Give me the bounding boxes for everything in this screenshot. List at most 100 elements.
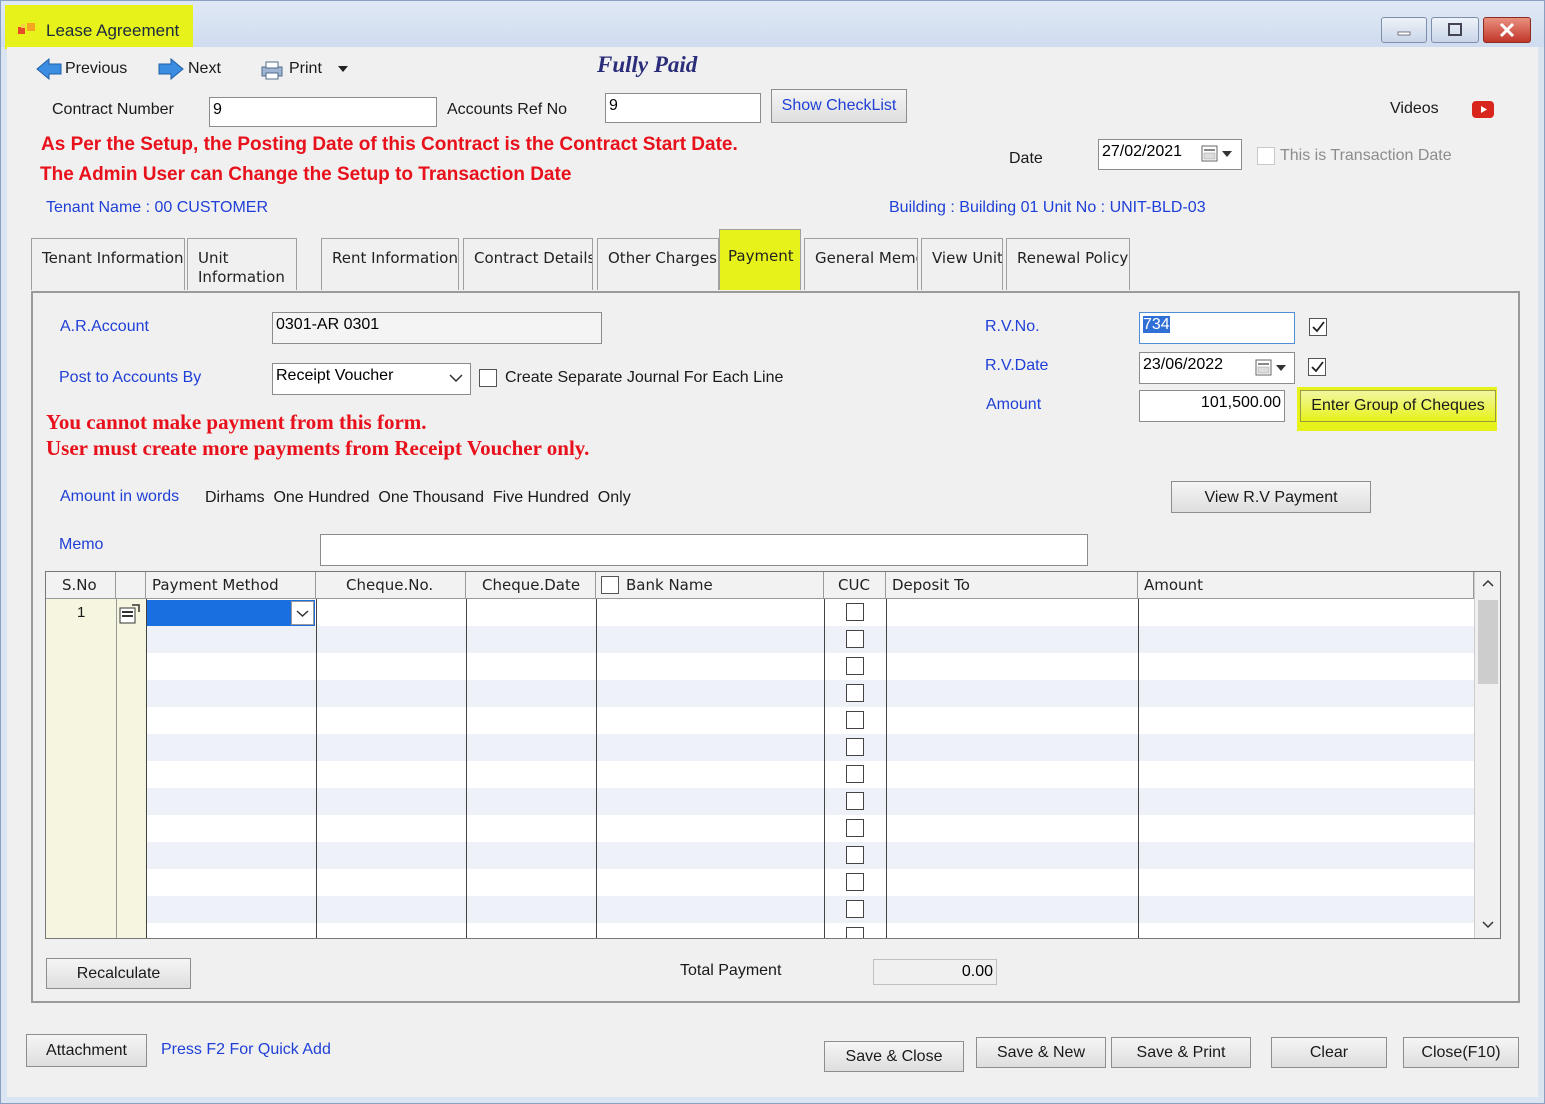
cuc-checkbox[interactable] [846, 765, 864, 783]
row-header-column [46, 599, 116, 938]
scroll-up-icon[interactable] [1481, 578, 1495, 588]
minimize-icon [1397, 31, 1411, 36]
col-divider [466, 599, 467, 938]
col-divider [146, 599, 147, 938]
chevron-down-icon [296, 610, 309, 618]
ar-account-field[interactable]: 0301-AR 0301 [272, 312, 602, 344]
col-divider [886, 599, 887, 938]
tab-other-charges[interactable]: Other Charges [597, 238, 719, 290]
transaction-date-label: This is Transaction Date [1280, 147, 1452, 164]
tab-contract-details[interactable]: Contract Details [463, 238, 593, 290]
col-header-amount[interactable]: Amount [1138, 572, 1474, 599]
cuc-checkbox[interactable] [846, 927, 864, 938]
amount-words: Dirhams One Hundred One Thousand Five Hu… [205, 489, 631, 506]
tab-tenant-information[interactable]: Tenant Information [31, 238, 185, 290]
enter-group-cheques-button[interactable]: Enter Group of Cheques [1300, 390, 1496, 422]
tab-view-unit[interactable]: View Unit [921, 238, 1003, 290]
grid-vertical-scrollbar[interactable] [1474, 572, 1500, 938]
contract-number-label: Contract Number [52, 101, 174, 118]
col-header-cheque-no[interactable]: Cheque.No. [316, 572, 466, 599]
cuc-checkbox[interactable] [846, 792, 864, 810]
memo-field[interactable] [320, 534, 1088, 566]
row-stripe [146, 734, 1474, 761]
save-new-button[interactable]: Save & New [976, 1037, 1106, 1068]
rv-date-value: 23/06/2022 [1143, 356, 1224, 373]
calendar-dropdown-icon[interactable] [1201, 145, 1237, 163]
col-header-cuc[interactable]: CUC [824, 572, 886, 599]
youtube-icon[interactable] [1472, 101, 1494, 118]
col-header-payment-method[interactable]: Payment Method [146, 572, 316, 599]
fully-paid-status: Fully Paid [597, 52, 698, 77]
col-divider [1138, 599, 1139, 938]
edit-row-icon [119, 604, 140, 624]
posting-date-notice: As Per the Setup, the Posting Date of th… [41, 134, 738, 155]
post-by-select[interactable]: Receipt Voucher [272, 363, 471, 395]
app-icon [18, 23, 35, 34]
tab-general-memo[interactable]: General Memo [804, 238, 918, 290]
post-by-value: Receipt Voucher [276, 367, 394, 384]
payment-warning-line2: User must create more payments from Rece… [46, 436, 590, 460]
cuc-checkbox[interactable] [846, 819, 864, 837]
row-stripe [146, 626, 1474, 653]
show-checklist-button[interactable]: Show CheckList [771, 89, 907, 123]
cuc-checkbox[interactable] [846, 900, 864, 918]
payment-method-dropdown-button[interactable] [291, 601, 314, 625]
memo-label: Memo [59, 536, 104, 553]
date-value: 27/02/2021 [1102, 143, 1183, 160]
save-close-button[interactable]: Save & Close [824, 1041, 964, 1072]
contract-number-field[interactable]: 9 [209, 97, 437, 127]
cuc-checkbox[interactable] [846, 711, 864, 729]
attachment-button[interactable]: Attachment [26, 1034, 147, 1067]
cuc-checkbox[interactable] [846, 738, 864, 756]
separate-journal-checkbox[interactable] [479, 369, 497, 387]
close-f10-button[interactable]: Close(F10) [1403, 1037, 1519, 1068]
scroll-down-icon[interactable] [1481, 920, 1495, 930]
accounts-ref-field[interactable]: 9 [605, 93, 761, 123]
cuc-checkbox[interactable] [846, 657, 864, 675]
calendar-dropdown-icon[interactable] [1255, 359, 1291, 377]
cuc-checkbox[interactable] [846, 630, 864, 648]
arrow-left-icon [36, 58, 62, 80]
tab-rent-information[interactable]: Rent Information [321, 238, 459, 290]
col-divider [596, 599, 597, 938]
maximize-button[interactable] [1431, 17, 1479, 43]
row-stripe [146, 896, 1474, 923]
payment-warning-line1: You cannot make payment from this form. [46, 410, 427, 434]
payment-method-cell-selected[interactable] [147, 600, 315, 626]
cuc-checkbox[interactable] [846, 873, 864, 891]
col-header-bank-name[interactable]: Bank Name [596, 572, 824, 599]
tab-renewal-policy[interactable]: Renewal Policy [1006, 238, 1130, 290]
col-header-indicator [116, 572, 146, 599]
view-rv-payment-button[interactable]: View R.V Payment [1171, 481, 1371, 513]
recalculate-button[interactable]: Recalculate [46, 958, 191, 989]
save-print-button[interactable]: Save & Print [1111, 1037, 1251, 1068]
rv-no-field[interactable]: 734 [1139, 312, 1295, 344]
row-stripe [146, 788, 1474, 815]
bank-name-select-all-checkbox[interactable] [601, 576, 619, 594]
amount-field[interactable]: 101,500.00 [1139, 390, 1285, 422]
rv-no-checkbox[interactable] [1309, 318, 1327, 336]
next-button[interactable]: Next [157, 56, 237, 82]
col-header-deposit-to[interactable]: Deposit To [886, 572, 1138, 599]
maximize-icon [1448, 23, 1462, 36]
close-window-button[interactable] [1483, 17, 1531, 43]
transaction-date-checkbox[interactable] [1257, 147, 1275, 165]
tab-payment[interactable]: Payment [719, 229, 801, 290]
cuc-checkbox[interactable] [846, 846, 864, 864]
tab-unit-information[interactable]: Unit Information [187, 238, 297, 290]
cuc-checkbox[interactable] [846, 603, 864, 621]
col-header-sno[interactable]: S.No [46, 572, 116, 599]
print-button[interactable]: Print [259, 56, 355, 82]
cuc-checkbox[interactable] [846, 684, 864, 702]
separate-journal-label: Create Separate Journal For Each Line [505, 369, 784, 386]
clear-button[interactable]: Clear [1271, 1037, 1387, 1068]
col-header-cheque-date[interactable]: Cheque.Date [466, 572, 596, 599]
minimize-button[interactable] [1381, 17, 1427, 43]
payment-lines-grid: S.No Payment Method Cheque.No. Cheque.Da… [45, 571, 1501, 939]
rv-no-label: R.V.No. [985, 318, 1040, 335]
scrollbar-thumb[interactable] [1478, 600, 1498, 684]
amount-label: Amount [986, 396, 1042, 413]
col-divider [116, 599, 117, 938]
rv-date-checkbox[interactable] [1308, 358, 1326, 376]
previous-button[interactable]: Previous [35, 56, 135, 82]
